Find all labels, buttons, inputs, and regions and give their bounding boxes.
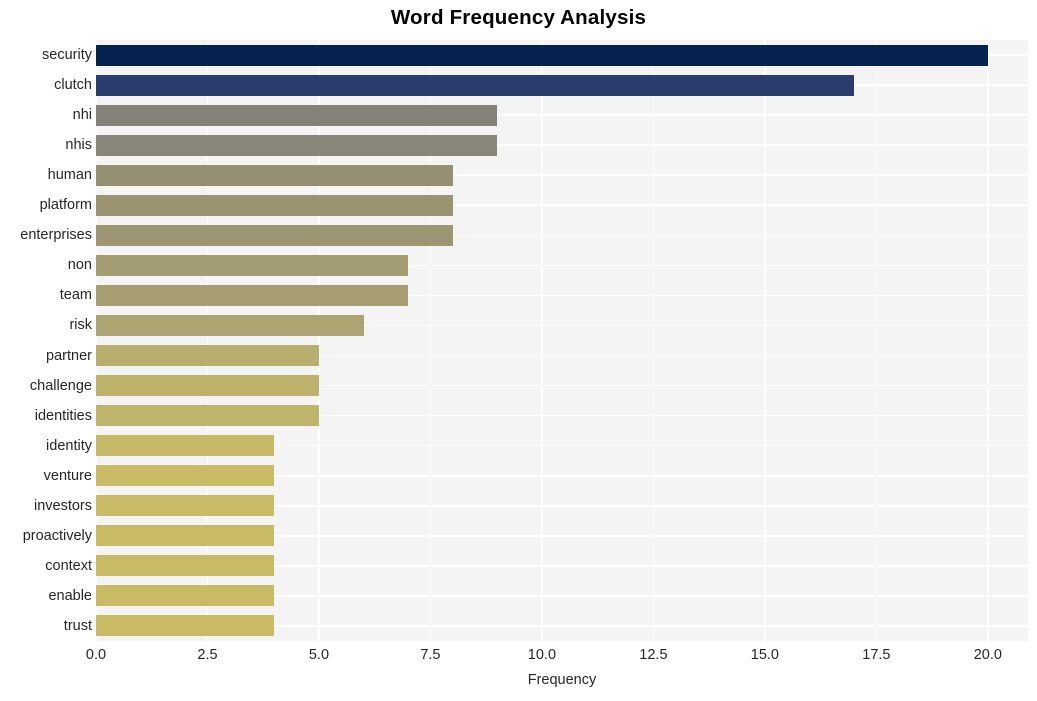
bar: [96, 164, 453, 186]
gridline-vertical-7: [875, 40, 878, 641]
gridline-vertical-2: [318, 40, 320, 641]
y-tick-label-nhis: nhis: [65, 137, 92, 154]
x-tick-label-0: 0.0: [85, 647, 107, 663]
y-axis-tick-labels: security clutch nhi nhis human platform enterp…: [0, 40, 92, 641]
y-tick-label-investors: investors: [33, 497, 92, 514]
y-tick-label-context: context: [45, 557, 92, 574]
bar: [96, 405, 319, 427]
x-tick-label-3: 7.5: [420, 647, 441, 663]
y-tick-label-enterprises: enterprises: [20, 227, 92, 244]
page-title: Word Frequency Analysis: [390, 6, 647, 29]
x-tick-label-4: 10.0: [527, 647, 557, 663]
y-tick-label-non: non: [67, 257, 92, 274]
y-tick-label-proactively: proactively: [22, 527, 92, 544]
x-tick-label-6: 15.0: [750, 647, 779, 663]
x-axis-label: Frequency: [527, 672, 597, 688]
gridline-vertical-0: [96, 40, 97, 641]
bar: [96, 104, 498, 126]
y-tick-label-trust: trust: [63, 617, 92, 634]
y-tick-label-partner: partner: [46, 347, 92, 364]
bar: [96, 44, 988, 66]
bar: [96, 585, 275, 607]
x-tick-label-7: 17.5: [862, 647, 891, 663]
bar: [96, 345, 319, 367]
gridline-vertical-8: [987, 40, 989, 641]
bar: [96, 254, 409, 276]
bar: [96, 525, 275, 547]
y-tick-label-identities: identities: [34, 407, 92, 424]
x-tick-label-2: 5.0: [308, 647, 330, 663]
y-tick-label-challenge: challenge: [29, 377, 92, 394]
y-tick-label-risk: risk: [69, 317, 92, 334]
gridline-vertical-1: [206, 40, 209, 641]
x-tick-label-1: 2.5: [197, 647, 218, 663]
plot-area: [96, 40, 1028, 641]
bar: [96, 555, 275, 577]
gridline-vertical-6: [764, 40, 766, 641]
bar: [96, 224, 453, 246]
chart-figure: Word Frequency Analysis security clutch nh…: [0, 0, 1037, 701]
y-tick-label-team: team: [59, 287, 92, 304]
bar: [96, 134, 498, 156]
x-axis-tick-labels: 0.0 2.5 5.0 7.5 10.0 12.5 15.0 17.5 20.0: [86, 641, 1028, 671]
bar: [96, 194, 453, 216]
y-tick-label-security: security: [42, 47, 92, 64]
y-tick-label-venture: venture: [43, 467, 92, 484]
bar: [96, 314, 364, 336]
y-tick-label-nhi: nhi: [72, 107, 92, 124]
y-tick-label-clutch: clutch: [54, 77, 92, 94]
gridline-vertical-3: [429, 40, 432, 641]
y-tick-label-platform: platform: [39, 197, 92, 214]
bar: [96, 615, 275, 637]
bar: [96, 435, 275, 457]
bar: [96, 465, 275, 487]
gridline-vertical-5: [652, 40, 655, 641]
x-tick-label-5: 12.5: [639, 647, 668, 663]
y-tick-label-identity: identity: [46, 437, 92, 454]
bar: [96, 284, 409, 306]
bar: [96, 375, 319, 397]
gridline-vertical-4: [541, 40, 543, 641]
bar: [96, 74, 855, 96]
y-tick-label-enable: enable: [48, 587, 92, 604]
x-tick-label-8: 20.0: [973, 647, 1002, 663]
bar: [96, 495, 275, 517]
y-tick-label-human: human: [47, 167, 92, 184]
